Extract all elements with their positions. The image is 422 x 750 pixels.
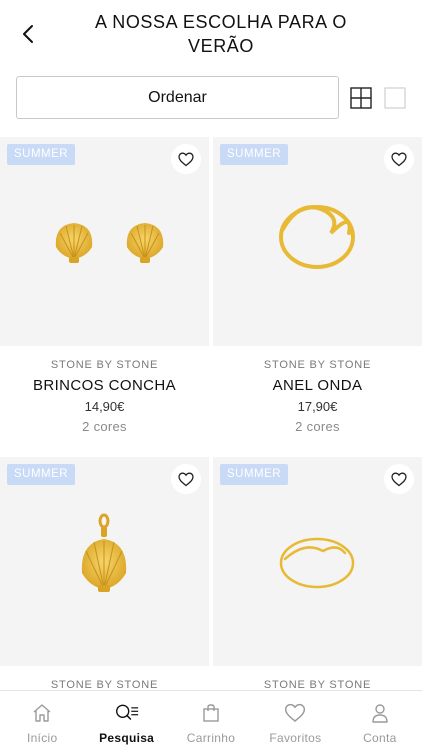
grid-four-view-button[interactable] [350, 87, 372, 109]
product-card[interactable]: SUMMER STONE BY STONE [0, 457, 209, 690]
sort-button[interactable]: Ordenar [16, 76, 339, 119]
page-title: A NOSSA ESCOLHA PARA O VERÃO [60, 10, 382, 58]
grid-single-icon [384, 87, 406, 109]
heart-icon [283, 701, 307, 725]
heart-outline-icon [178, 472, 194, 486]
product-image[interactable]: SUMMER [0, 137, 209, 346]
heart-outline-icon [391, 152, 407, 166]
summer-badge: SUMMER [7, 464, 76, 485]
summer-badge: SUMMER [220, 144, 289, 165]
product-image[interactable]: SUMMER [213, 457, 422, 666]
product-info: STONE BY STONE ANEL ONDA 17,90€ 2 cores [213, 346, 422, 434]
grid-four-icon [350, 87, 372, 109]
chevron-left-icon [23, 25, 33, 43]
tab-favoritos[interactable]: Favoritos [253, 691, 337, 750]
bottom-tab-bar: Início Pesquisa Carrinho Favoritos Conta [0, 690, 422, 750]
product-card[interactable]: SUMMER STONE BY STONE [213, 457, 422, 690]
heart-outline-icon [178, 152, 194, 166]
product-colors: 2 cores [82, 419, 127, 434]
product-info: STONE BY STONE BRINCOS CONCHA 14,90€ 2 c… [0, 346, 209, 434]
product-image[interactable]: SUMMER [0, 457, 209, 666]
tab-inicio[interactable]: Início [0, 691, 84, 750]
product-grid: SUMMER STONE BY STONE BRINCOS CONCHA 14,… [0, 137, 422, 690]
product-brand: STONE BY STONE [263, 679, 372, 690]
header: A NOSSA ESCOLHA PARA O VERÃO [0, 0, 422, 64]
product-card[interactable]: SUMMER STONE BY STONE ANEL ONDA 17,90€ 2… [213, 137, 422, 453]
product-brand: STONE BY STONE [50, 359, 159, 371]
search-list-icon [115, 701, 139, 725]
back-button[interactable] [14, 20, 42, 48]
heart-outline-icon [391, 472, 407, 486]
summer-badge: SUMMER [7, 144, 76, 165]
user-icon [368, 701, 392, 725]
favorite-button[interactable] [171, 464, 201, 494]
product-info: STONE BY STONE [0, 666, 209, 690]
favorite-button[interactable] [384, 464, 414, 494]
home-icon [30, 701, 54, 725]
tab-label: Carrinho [186, 731, 236, 745]
tab-label: Favoritos [269, 731, 322, 745]
bag-icon [199, 701, 223, 725]
tab-label: Conta [363, 731, 397, 745]
product-colors: 2 cores [295, 419, 340, 434]
toolbar: Ordenar [16, 76, 406, 120]
product-card[interactable]: SUMMER STONE BY STONE BRINCOS CONCHA 14,… [0, 137, 209, 453]
product-name[interactable]: ANEL ONDA [213, 377, 422, 394]
sort-button-label: Ordenar [148, 88, 207, 106]
product-name[interactable]: BRINCOS CONCHA [0, 377, 209, 394]
product-image[interactable]: SUMMER [213, 137, 422, 346]
tab-label: Início [26, 731, 58, 745]
product-price: 14,90€ [84, 399, 125, 414]
page-title-line2: VERÃO [187, 36, 255, 56]
grid-single-view-button[interactable] [384, 87, 406, 109]
product-info: STONE BY STONE [213, 666, 422, 690]
summer-badge: SUMMER [220, 464, 289, 485]
favorite-button[interactable] [171, 144, 201, 174]
product-brand: STONE BY STONE [50, 679, 159, 690]
page-title-line1: A NOSSA ESCOLHA PARA O [95, 12, 347, 32]
product-price: 17,90€ [297, 399, 338, 414]
product-brand: STONE BY STONE [263, 359, 372, 371]
favorite-button[interactable] [384, 144, 414, 174]
tab-carrinho[interactable]: Carrinho [169, 691, 253, 750]
tab-pesquisa[interactable]: Pesquisa [84, 691, 168, 750]
tab-label: Pesquisa [99, 731, 155, 745]
tab-conta[interactable]: Conta [338, 691, 422, 750]
